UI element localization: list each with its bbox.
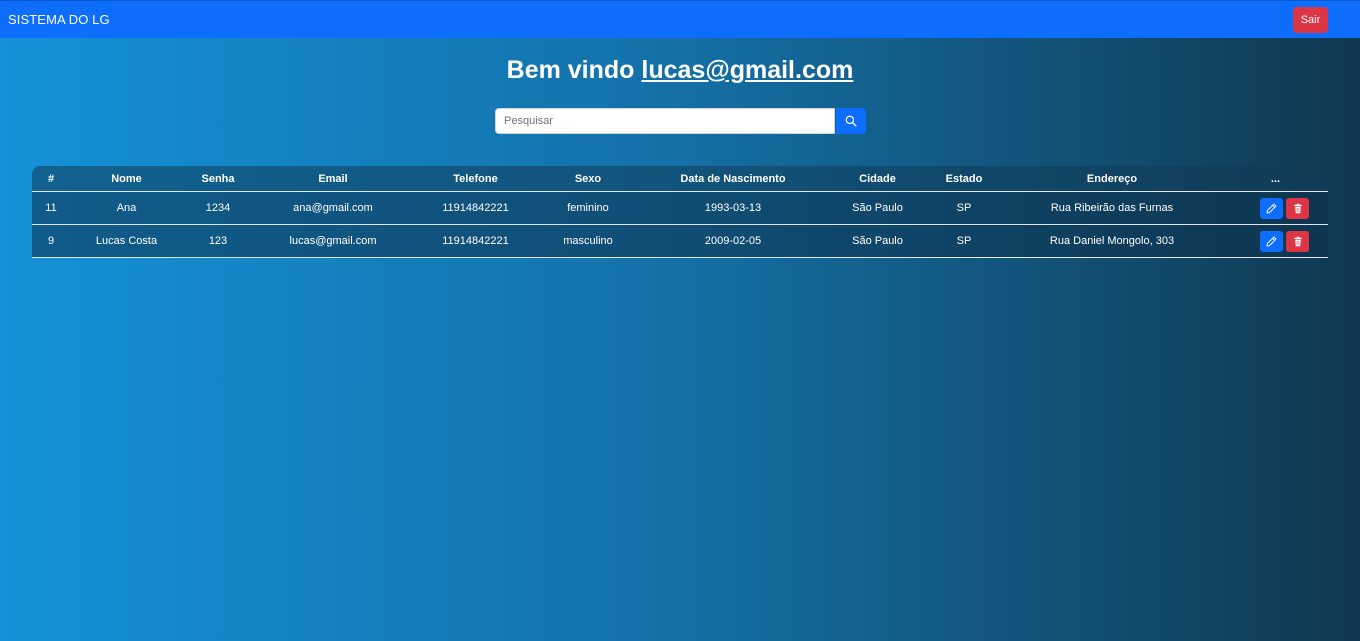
search-box bbox=[495, 108, 866, 134]
cell-cidade: São Paulo bbox=[828, 192, 927, 225]
cell-telefone: 11914842221 bbox=[413, 192, 538, 225]
table-row: 9 Lucas Costa 123 lucas@gmail.com 119148… bbox=[32, 225, 1328, 258]
cell-sexo: feminino bbox=[538, 192, 638, 225]
cell-endereco: Rua Ribeirão das Furnas bbox=[1001, 192, 1223, 225]
cell-endereco: Rua Daniel Mongolo, 303 bbox=[1001, 225, 1223, 258]
cell-nascimento: 1993-03-13 bbox=[638, 192, 828, 225]
cell-estado: SP bbox=[927, 192, 1001, 225]
cell-sexo: masculino bbox=[538, 225, 638, 258]
table-row: 11 Ana 1234 ana@gmail.com 11914842221 fe… bbox=[32, 192, 1328, 225]
row-actions bbox=[1223, 197, 1328, 219]
col-estado-header: Estado bbox=[927, 166, 1001, 192]
col-email-header: Email bbox=[253, 166, 413, 192]
navbar-brand[interactable]: SISTEMA DO LG bbox=[8, 12, 110, 27]
cell-actions bbox=[1223, 225, 1328, 258]
cell-senha: 123 bbox=[183, 225, 253, 258]
cell-id: 9 bbox=[32, 225, 70, 258]
col-nascimento-header: Data de Nascimento bbox=[638, 166, 828, 192]
col-actions-header: ... bbox=[1223, 166, 1328, 192]
logout-button[interactable]: Sair bbox=[1293, 6, 1328, 33]
edit-button[interactable] bbox=[1260, 197, 1283, 219]
search-button[interactable] bbox=[836, 108, 866, 134]
col-nome-header: Nome bbox=[70, 166, 183, 192]
pencil-icon bbox=[1266, 236, 1277, 246]
delete-button[interactable] bbox=[1286, 197, 1309, 219]
cell-senha: 1234 bbox=[183, 192, 253, 225]
cell-nome: Lucas Costa bbox=[70, 225, 183, 258]
col-sexo-header: Sexo bbox=[538, 166, 638, 192]
col-endereco-header: Endereço bbox=[1001, 166, 1223, 192]
col-id-header: # bbox=[32, 166, 70, 192]
cell-actions bbox=[1223, 192, 1328, 225]
cell-id: 11 bbox=[32, 192, 70, 225]
trash-icon bbox=[1293, 203, 1302, 213]
cell-estado: SP bbox=[927, 225, 1001, 258]
col-cidade-header: Cidade bbox=[828, 166, 927, 192]
col-telefone-header: Telefone bbox=[413, 166, 538, 192]
search-input[interactable] bbox=[495, 108, 835, 134]
cell-nascimento: 2009-02-05 bbox=[638, 225, 828, 258]
delete-button[interactable] bbox=[1286, 230, 1309, 252]
col-senha-header: Senha bbox=[183, 166, 253, 192]
row-actions bbox=[1223, 230, 1328, 252]
cell-email: ana@gmail.com bbox=[253, 192, 413, 225]
users-table-container: # Nome Senha Email Telefone Sexo Data de… bbox=[32, 166, 1328, 258]
users-table: # Nome Senha Email Telefone Sexo Data de… bbox=[32, 166, 1328, 258]
top-navbar: SISTEMA DO LG Sair bbox=[0, 0, 1360, 38]
search-icon bbox=[845, 115, 857, 127]
table-header-row: # Nome Senha Email Telefone Sexo Data de… bbox=[32, 166, 1328, 192]
welcome-prefix: Bem vindo bbox=[506, 56, 642, 84]
welcome-user-email: lucas@gmail.com bbox=[641, 56, 854, 84]
cell-telefone: 11914842221 bbox=[413, 225, 538, 258]
cell-email: lucas@gmail.com bbox=[253, 225, 413, 258]
trash-icon bbox=[1293, 236, 1302, 246]
cell-cidade: São Paulo bbox=[828, 225, 927, 258]
pencil-icon bbox=[1266, 203, 1277, 213]
cell-nome: Ana bbox=[70, 192, 183, 225]
edit-button[interactable] bbox=[1260, 230, 1283, 252]
welcome-heading: Bem vindo lucas@gmail.com bbox=[0, 56, 1360, 85]
